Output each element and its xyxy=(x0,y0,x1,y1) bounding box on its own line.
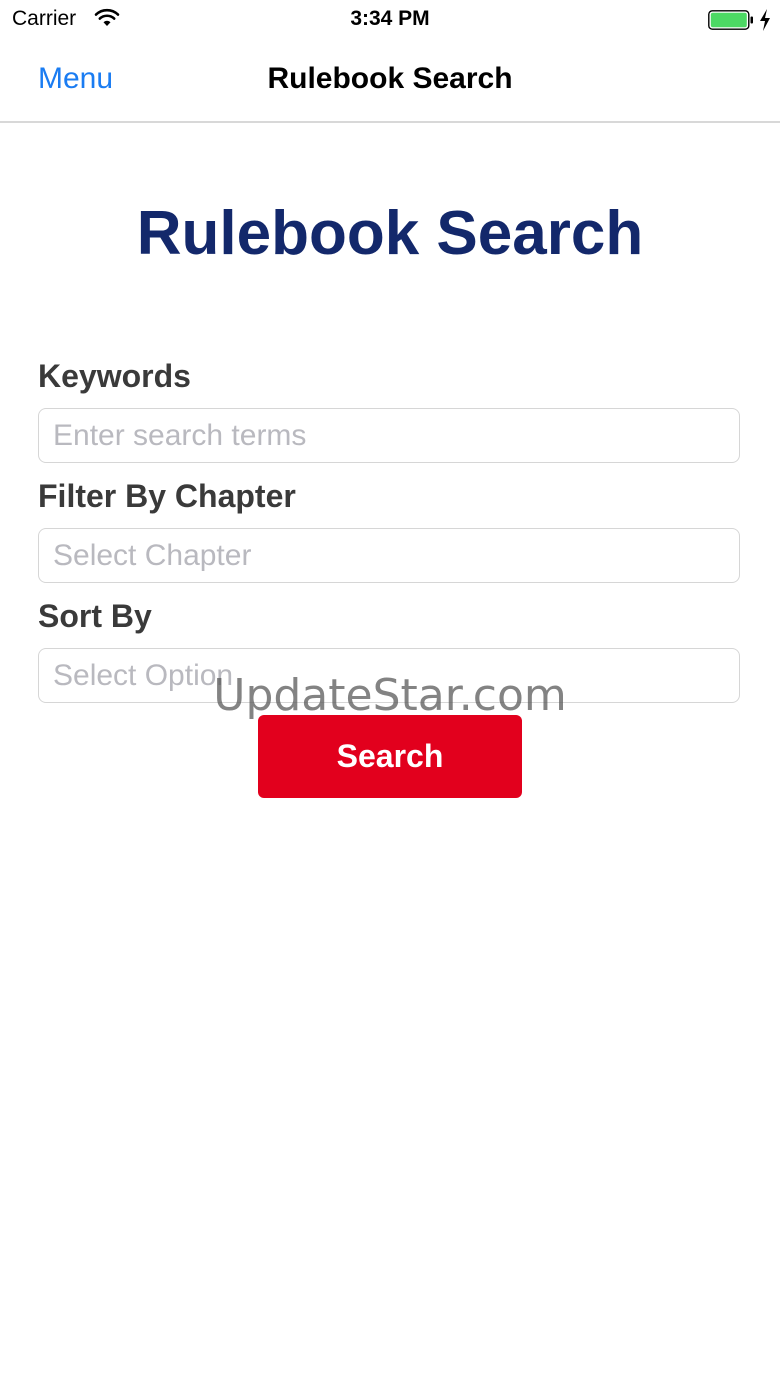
menu-button[interactable]: Menu xyxy=(38,62,113,96)
chapter-select-placeholder: Select Chapter xyxy=(53,538,252,572)
status-bar: Carrier 3:34 PM xyxy=(0,0,780,40)
sort-select[interactable]: Select Option xyxy=(38,648,740,703)
chapter-select[interactable]: Select Chapter xyxy=(38,528,740,583)
keywords-input[interactable] xyxy=(38,408,740,463)
sort-select-placeholder: Select Option xyxy=(53,658,234,692)
charging-bolt-icon xyxy=(760,9,770,31)
keywords-label: Keywords xyxy=(38,358,191,394)
battery-icon xyxy=(708,10,753,30)
chapter-label: Filter By Chapter xyxy=(38,478,296,514)
nav-title: Rulebook Search xyxy=(267,62,513,95)
sort-label: Sort By xyxy=(38,598,152,634)
navigation-bar: Rulebook Search Menu xyxy=(0,40,780,123)
search-button[interactable]: Search xyxy=(258,715,522,798)
page-title: Rulebook Search xyxy=(136,199,644,268)
status-time: 3:34 PM xyxy=(350,7,430,30)
